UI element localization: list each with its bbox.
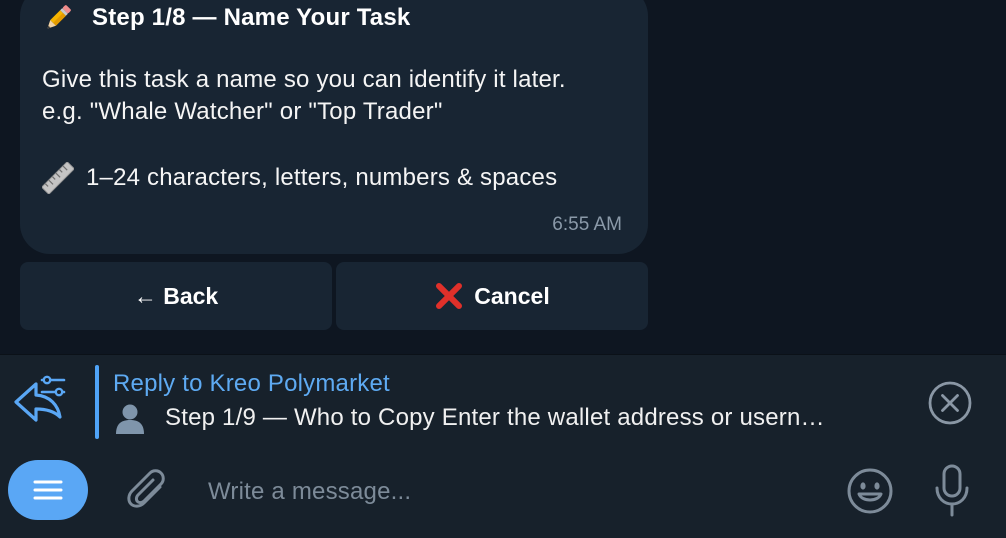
message-rule-text: 1–24 characters, letters, numbers & spac…: [86, 164, 558, 191]
message-line-1: Give this task a name so you can identif…: [42, 66, 566, 93]
paperclip-icon[interactable]: [124, 467, 172, 517]
menu-button[interactable]: [8, 460, 88, 520]
ruler-icon: [42, 162, 74, 194]
close-reply-icon[interactable]: [927, 380, 973, 426]
emoji-smile-icon[interactable]: [845, 466, 895, 516]
reply-arrow-icon[interactable]: [8, 370, 68, 424]
message-title: Step 1/8 — Name Your Task: [92, 4, 411, 31]
cross-mark-icon: [436, 283, 463, 309]
chat-area: Step 1/8 — Name Your Task Give this task…: [0, 0, 1006, 354]
microphone-icon[interactable]: [932, 463, 972, 519]
reply-to-label[interactable]: Reply to Kreo Polymarket: [113, 370, 390, 398]
message-input[interactable]: [208, 474, 808, 510]
back-button-label: ← Back: [133, 282, 219, 309]
message-title-row: Step 1/8 — Name Your Task: [42, 0, 410, 36]
message-line-2: e.g. "Whale Watcher" or "Top Trader": [42, 98, 443, 125]
cancel-button[interactable]: Cancel: [336, 262, 648, 330]
cancel-button-label: Cancel: [474, 282, 550, 309]
bust-silhouette-icon: [116, 404, 144, 434]
message-rule-row: 1–24 characters, letters, numbers & spac…: [42, 162, 557, 194]
back-button[interactable]: ← Back: [20, 262, 332, 330]
hamburger-icon: [33, 480, 63, 500]
bot-message-bubble: Step 1/8 — Name Your Task Give this task…: [20, 0, 648, 254]
reply-snippet[interactable]: Step 1/9 — Who to Copy Enter the wallet …: [113, 402, 903, 434]
message-timestamp: 6:55 AM: [552, 214, 622, 235]
reply-quote-line: [95, 365, 99, 439]
reply-snippet-text: Step 1/9 — Who to Copy Enter the wallet …: [165, 404, 825, 431]
pencil-icon: [47, 5, 71, 29]
